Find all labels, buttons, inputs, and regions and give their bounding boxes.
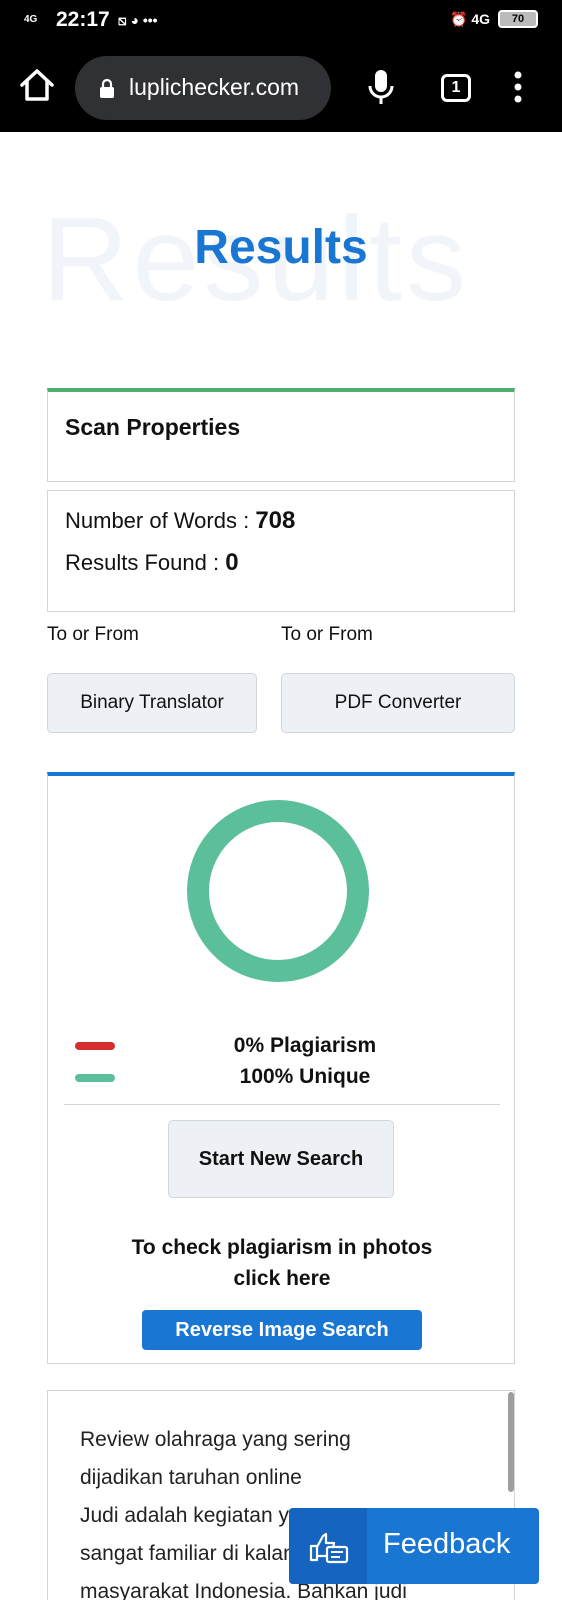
words-value: 708 [255,507,296,534]
results-found-row: Results Found : 0 [65,549,239,577]
plagiarism-percentage: 0% Plagiarism [233,1034,377,1057]
unique-percentage: 100% Unique [239,1065,371,1088]
photo-check-line-1: To check plagiarism in photos [131,1236,433,1259]
tool-caption-right: To or From [281,624,373,645]
plagiarism-donut-chart [187,800,369,982]
scan-stats-card: Number of Words : 708 Results Found : 0 [47,490,515,612]
lock-icon [100,78,114,98]
notification-icons: ⧅ ◕ ••• [117,11,158,28]
pdf-converter-button[interactable]: PDF Converter [281,673,515,733]
words-label: Number of Words : [65,508,256,533]
microphone-icon[interactable] [366,68,396,106]
start-new-search-button[interactable]: Start New Search [168,1120,394,1198]
results-value: 0 [225,549,239,576]
signal-indicator: 4G [24,14,38,25]
donut-slice-unique [187,800,369,982]
page-title: Results [194,221,368,274]
words-count-row: Number of Words : 708 [65,507,295,535]
text-scrollbar[interactable] [508,1392,514,1492]
reverse-image-search-button[interactable]: Reverse Image Search [142,1310,422,1350]
tool-caption-left: To or From [47,624,139,645]
status-bar: 4G 22:17 ⧅ ◕ ••• ⏰ 4G 70 [0,0,562,44]
photo-check-prompt: To check plagiarism in photos click here [48,1232,516,1294]
results-label: Results Found : [65,550,226,575]
clock: 22:17 [56,8,110,31]
feedback-icon-box [289,1508,367,1584]
feedback-label: Feedback [383,1528,511,1560]
address-bar[interactable]: luplichecker.com [75,56,331,120]
battery-icon: 70 [498,10,538,28]
feedback-thumbs-up-icon [309,1532,349,1564]
browser-toolbar: luplichecker.com 1 [0,44,562,132]
divider [64,1104,500,1105]
more-menu-icon[interactable] [510,70,526,104]
scan-properties-card: Scan Properties [47,388,515,482]
binary-translator-button[interactable]: Binary Translator [47,673,257,733]
feedback-button[interactable]: Feedback [289,1508,539,1584]
text-line: dijadikan taruhan online [80,1466,302,1489]
alarm-network-icons: ⏰ 4G [450,10,490,27]
result-card: 0% Plagiarism 100% Unique Start New Sear… [47,772,515,1364]
url-text: luplichecker.com [129,74,300,100]
tab-switcher-button[interactable]: 1 [441,74,471,102]
photo-check-line-2: click here [233,1267,331,1290]
scan-properties-title: Scan Properties [65,414,241,440]
text-line: Review olahraga yang sering [80,1428,351,1451]
home-icon[interactable] [18,66,56,104]
